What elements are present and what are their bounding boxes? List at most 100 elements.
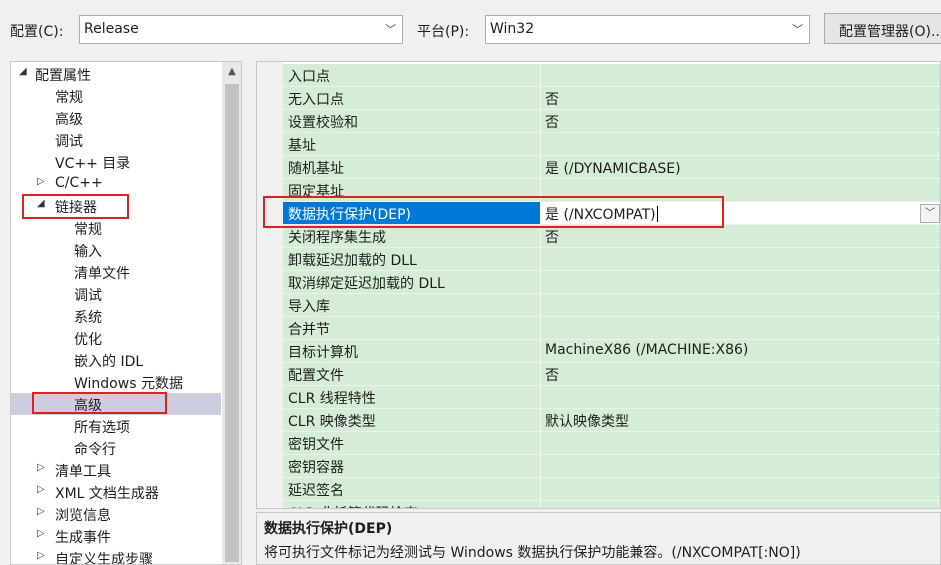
property-name: CLR 映像类型 [288,414,376,430]
collapsed-arrow-icon[interactable]: ▷ [37,176,45,187]
column-separator [540,294,541,317]
property-value: 默认映像类型 [545,411,629,431]
tree-item[interactable]: 清单文件 [11,261,221,283]
column-separator [540,87,541,110]
tree-item[interactable]: ▷ 清单工具 [11,459,221,481]
tree-item[interactable]: 调试 [11,129,221,151]
tree-item[interactable]: 调试 [11,283,221,305]
property-value: 是 (/DYNAMICBASE) [545,158,681,178]
tree-item[interactable]: ◢ 配置属性 [11,63,221,85]
tree-item-label: 所有选项 [74,420,130,436]
tree-item-label: 调试 [74,288,102,304]
tree-item-label: XML 文档生成器 [55,486,159,502]
tree-item-label: 浏览信息 [55,508,111,524]
property-row[interactable]: 无入口点 否 [283,87,940,110]
property-name: 卸载延迟加载的 DLL [288,253,417,269]
property-name: 无入口点 [288,92,344,108]
property-row[interactable]: 随机基址 是 (/DYNAMICBASE) [283,156,940,179]
property-row[interactable]: 入口点 [283,64,940,87]
tree-item[interactable]: ◢ 链接器 [11,195,221,217]
property-row[interactable]: 合并节 [283,317,940,340]
tree-item[interactable]: ▷ C/C++ [11,173,221,195]
tree-item[interactable]: Windows 元数据 [11,371,221,393]
text-caret [656,206,658,222]
property-value-text: 否 [545,230,559,246]
expanded-arrow-icon[interactable]: ◢ [19,66,27,77]
property-row[interactable]: CLR 映像类型 默认映像类型 [283,409,940,432]
config-combo[interactable]: Release ﹀ [79,15,403,44]
tree-item[interactable]: VC++ 目录 [11,151,221,173]
property-row[interactable]: 取消绑定延迟加载的 DLL [283,271,940,294]
column-separator [540,110,541,133]
config-manager-button[interactable]: 配置管理器(O)... [824,13,941,44]
property-name: 配置文件 [288,368,344,384]
collapsed-arrow-icon[interactable]: ▷ [37,506,45,517]
tree-item[interactable]: 输入 [11,239,221,261]
property-value: 否 [545,227,559,247]
tree-item-label: 清单文件 [74,266,130,282]
chevron-down-icon: ﹀ [385,23,396,36]
property-row[interactable]: 密钥文件 [283,432,940,455]
tree-item[interactable]: ▷ 生成事件 [11,525,221,547]
property-row[interactable]: 关闭程序集生成 否 [283,225,940,248]
property-row[interactable]: 固定基址 [283,179,940,202]
property-name: 数据执行保护(DEP) [288,207,411,223]
tree-item[interactable]: 嵌入的 IDL [11,349,221,371]
property-name: 基址 [288,138,316,154]
property-value-editor[interactable]: 是 (/NXCOMPAT) [545,204,658,224]
property-name: 密钥文件 [288,437,344,453]
tree-item-label: 生成事件 [55,530,111,546]
tree-item-label: 链接器 [55,200,97,216]
tree-item[interactable]: 优化 [11,327,221,349]
property-row[interactable]: CLR 线程特性 [283,386,940,409]
property-row[interactable]: 导入库 [283,294,940,317]
collapsed-arrow-icon[interactable]: ▷ [37,550,45,561]
property-row[interactable]: 基址 [283,133,940,156]
tree-item-label: 配置属性 [35,68,91,84]
property-name: 延迟签名 [288,483,344,499]
property-value-text: MachineX86 (/MACHINE:X86) [545,342,749,358]
property-row[interactable]: 延迟签名 [283,478,940,501]
property-row[interactable]: 目标计算机 MachineX86 (/MACHINE:X86) [283,340,940,363]
tree-item[interactable]: 常规 [11,217,221,239]
tree-item[interactable]: 常规 [11,85,221,107]
property-name: 目标计算机 [288,345,358,361]
tree-scrollbar[interactable]: ▲ [222,62,241,564]
collapsed-arrow-icon[interactable]: ▷ [37,528,45,539]
property-row[interactable]: 数据执行保护(DEP) 是 (/NXCOMPAT) ﹀ [283,202,940,225]
property-row[interactable]: 配置文件 否 [283,363,940,386]
tree-item[interactable]: ▷ 自定义生成步骤 [11,547,221,564]
tree-item[interactable]: ▷ 浏览信息 [11,503,221,525]
property-pages-window: 配置(C): Release ﹀ 平台(P): Win32 ﹀ 配置管理器(O)… [0,0,941,565]
property-name: 设置校验和 [288,115,358,131]
tree-item[interactable]: 系统 [11,305,221,327]
property-name: 入口点 [288,69,330,85]
scroll-up-icon[interactable]: ▲ [222,62,241,82]
property-name: 导入库 [288,299,330,315]
tree-item[interactable]: 命令行 [11,437,221,459]
platform-label: 平台(P): [417,24,470,40]
scroll-thumb[interactable] [225,84,239,562]
tree-item[interactable]: 高级 [11,393,221,415]
config-label: 配置(C): [10,24,64,40]
property-row[interactable]: 卸载延迟加载的 DLL [283,248,940,271]
column-separator [540,340,541,363]
property-name: 密钥容器 [288,460,344,476]
expanded-arrow-icon[interactable]: ◢ [37,198,45,209]
config-value: Release [84,21,139,37]
chevron-down-icon[interactable]: ﹀ [920,204,940,223]
platform-combo[interactable]: Win32 ﹀ [485,15,810,44]
tree-item-label: 高级 [55,112,83,128]
property-name: 关闭程序集生成 [288,230,386,246]
description-title: 数据执行保护(DEP) [264,521,393,537]
property-row[interactable]: 密钥容器 [283,455,940,478]
collapsed-arrow-icon[interactable]: ▷ [37,462,45,473]
tree-item[interactable]: 所有选项 [11,415,221,437]
property-value-text: 否 [545,92,559,108]
column-separator [540,478,541,501]
tree-item[interactable]: ▷ XML 文档生成器 [11,481,221,503]
property-row[interactable]: CLR 非托管代码检查 [283,501,940,508]
property-row[interactable]: 设置校验和 否 [283,110,940,133]
tree-item[interactable]: 高级 [11,107,221,129]
collapsed-arrow-icon[interactable]: ▷ [37,484,45,495]
